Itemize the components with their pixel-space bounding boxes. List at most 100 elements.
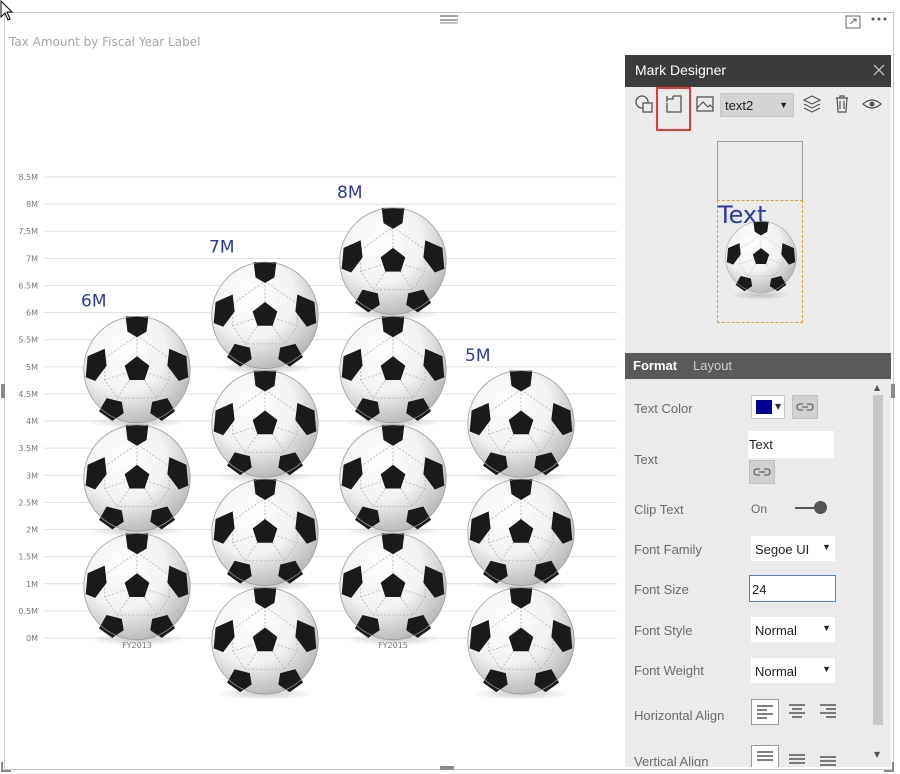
add-shape-icon[interactable] <box>634 93 656 115</box>
soccer-ball-icon[interactable] <box>211 261 319 370</box>
mark-select-value: text2 <box>725 98 754 113</box>
align-center-button[interactable] <box>784 699 812 725</box>
y-tick-label: 6M <box>26 309 38 318</box>
mark-designer-title: Mark Designer <box>635 62 727 78</box>
y-tick-label: 5.5M <box>18 336 38 345</box>
text-label: Text <box>634 452 658 467</box>
preview-container-outline <box>717 141 803 201</box>
y-tick-label: 3.5M <box>18 444 38 453</box>
delete-icon[interactable] <box>831 93 853 115</box>
scroll-up-icon[interactable]: ▲ <box>874 383 880 392</box>
bar-FY2013[interactable] <box>83 315 191 646</box>
add-image-icon[interactable] <box>694 93 716 115</box>
tab-layout[interactable]: Layout <box>693 358 732 373</box>
text-color-picker[interactable]: ▼ <box>751 395 785 419</box>
align-right-button[interactable] <box>815 699 843 725</box>
align-center-icon <box>789 704 805 718</box>
chevron-down-icon: ▼ <box>779 100 788 110</box>
align-left-icon <box>757 705 773 719</box>
vertical-align-label: Vertical Align <box>634 754 709 767</box>
text-color-label: Text Color <box>634 401 693 416</box>
y-tick-label: 4M <box>26 417 38 426</box>
mark-designer-header: Mark Designer <box>625 55 891 87</box>
y-tick-label: 3M <box>26 471 38 480</box>
more-options-icon[interactable] <box>870 14 888 24</box>
font-size-label: Font Size <box>634 582 689 597</box>
y-tick-label: 6.5M <box>18 281 38 290</box>
preview-eye-icon[interactable] <box>861 93 883 115</box>
clip-text-toggle-knob[interactable] <box>814 501 827 514</box>
data-label: 5M <box>465 346 490 366</box>
y-tick-label: 2M <box>26 526 38 535</box>
focus-mode-icon[interactable] <box>845 15 861 29</box>
chevron-down-icon: ▼ <box>822 664 831 674</box>
clip-text-label: Clip Text <box>634 502 684 517</box>
y-tick-label: 7M <box>26 254 38 263</box>
text-color-bind-button[interactable] <box>792 395 818 419</box>
chevron-down-icon: ▼ <box>822 542 831 552</box>
align-top-button[interactable] <box>751 745 779 767</box>
soccer-ball-icon[interactable] <box>721 219 801 303</box>
soccer-ball-icon[interactable] <box>339 207 447 315</box>
text-input[interactable]: Text <box>748 431 834 458</box>
y-tick-label: 8M <box>26 200 38 209</box>
soccer-ball-icon[interactable] <box>339 315 447 424</box>
bar-FY2016[interactable] <box>467 370 575 700</box>
soccer-ball-icon[interactable] <box>211 370 319 478</box>
y-tick-label: 4.5M <box>18 390 38 399</box>
y-tick-label: 2.5M <box>18 498 38 507</box>
align-bottom-button[interactable] <box>815 745 843 767</box>
soccer-ball-icon[interactable] <box>83 424 191 532</box>
tab-format[interactable]: Format <box>633 358 677 373</box>
font-style-value: Normal <box>755 623 797 638</box>
font-weight-label: Font Weight <box>634 663 704 678</box>
resize-handle-right[interactable] <box>891 384 895 398</box>
font-family-select[interactable]: Segoe UI ▼ <box>751 536 835 561</box>
text-color-swatch <box>756 400 772 414</box>
soccer-ball-icon[interactable] <box>83 315 191 424</box>
align-top-icon <box>757 751 773 761</box>
mark-designer-panel: Mark Designer text2 ▼ Text Format Layout… <box>625 55 891 767</box>
properties-scrollbar[interactable] <box>873 395 883 725</box>
align-middle-icon <box>789 754 805 764</box>
link-icon <box>753 468 771 476</box>
align-right-icon <box>820 704 836 718</box>
layers-icon[interactable] <box>801 93 823 115</box>
y-tick-label: 8.5M <box>18 173 38 182</box>
font-weight-select[interactable]: Normal ▼ <box>751 658 835 683</box>
tax-amount-chart[interactable]: 0M 0.5M 1M 1.5M 2M 2.5M 3M 3.5M 4M 4.5M 5M 5.5M 6M 6.… <box>0 0 625 774</box>
font-style-select[interactable]: Normal ▼ <box>751 617 835 642</box>
align-left-button[interactable] <box>751 699 779 725</box>
align-bottom-icon <box>820 756 836 766</box>
bar-FY2014[interactable] <box>211 261 319 700</box>
font-weight-value: Normal <box>755 664 797 679</box>
soccer-ball-icon[interactable] <box>467 478 575 586</box>
clip-text-state: On <box>751 502 768 516</box>
y-tick-label: 0M <box>26 634 38 643</box>
data-label: 7M <box>209 237 234 257</box>
text-bind-button[interactable] <box>749 460 775 484</box>
horizontal-align-label: Horizontal Align <box>634 708 725 723</box>
font-family-label: Font Family <box>634 542 702 557</box>
soccer-ball-icon[interactable] <box>211 587 319 695</box>
bar-FY2015[interactable] <box>339 207 447 646</box>
soccer-ball-icon[interactable] <box>339 532 447 641</box>
mark-select[interactable]: text2 ▼ <box>720 93 794 117</box>
y-tick-label: 1M <box>26 580 38 589</box>
font-family-value: Segoe UI <box>755 542 810 557</box>
align-middle-button[interactable] <box>784 745 812 767</box>
chevron-down-icon: ▼ <box>775 402 782 411</box>
soccer-ball-icon[interactable] <box>211 478 319 586</box>
close-icon[interactable] <box>873 64 885 76</box>
font-size-input[interactable]: 24 <box>749 575 836 602</box>
soccer-ball-icon[interactable] <box>467 587 575 695</box>
y-tick-label: 1.5M <box>18 553 38 562</box>
y-tick-label: 0.5M <box>18 607 38 616</box>
add-text-icon[interactable] <box>663 93 685 115</box>
scroll-down-icon[interactable]: ▼ <box>874 750 880 759</box>
soccer-ball-icon[interactable] <box>467 370 575 478</box>
font-style-label: Font Style <box>634 623 693 638</box>
soccer-ball-icon[interactable] <box>83 532 191 641</box>
soccer-ball-icon[interactable] <box>339 424 447 532</box>
designer-tabs: Format Layout <box>625 353 891 379</box>
